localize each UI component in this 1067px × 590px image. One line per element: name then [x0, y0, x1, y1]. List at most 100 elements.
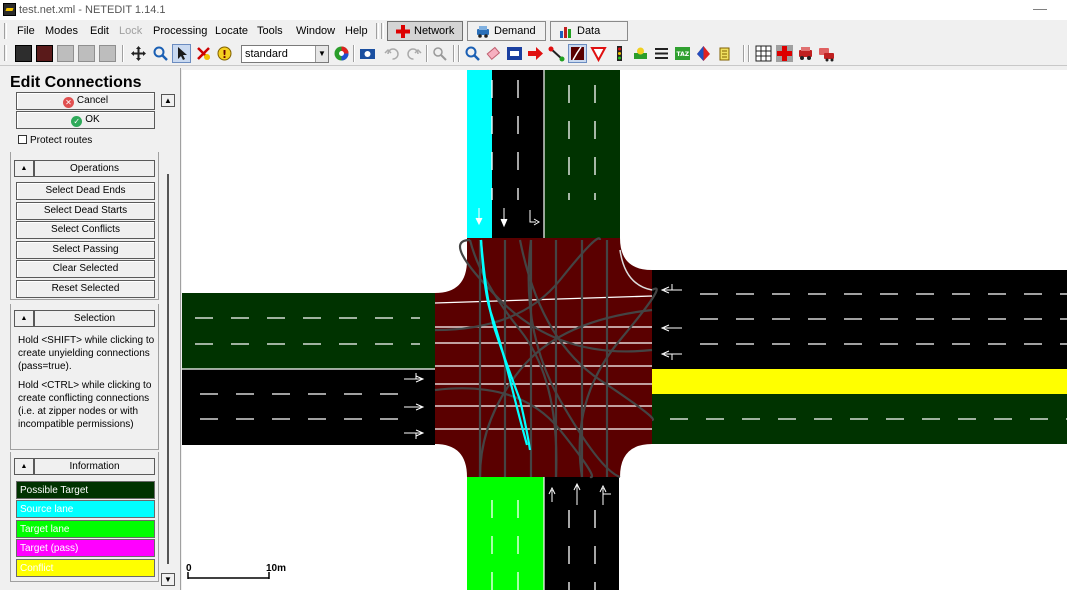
vehicle-type-icon[interactable]: [818, 45, 835, 62]
scroll-down-arrow-icon[interactable]: ▼: [161, 573, 175, 586]
delete-icon[interactable]: [195, 45, 212, 62]
collapse-triangle-icon[interactable]: ▲: [14, 160, 34, 177]
move-mode-icon[interactable]: [527, 45, 544, 62]
clear-selected-button[interactable]: Clear Selected: [16, 260, 155, 278]
menu-lock[interactable]: Lock: [119, 25, 142, 37]
junction-shape-icon[interactable]: [776, 45, 793, 62]
undo-info-icon[interactable]: !: [216, 45, 233, 62]
collapse-triangle-icon[interactable]: ▲: [14, 458, 34, 475]
selection-header[interactable]: ▲ Selection: [14, 310, 155, 327]
menu-tools[interactable]: Tools: [257, 25, 283, 37]
create-edge-icon[interactable]: [548, 45, 565, 62]
redo-icon[interactable]: [405, 45, 422, 62]
compute-junctions-icon[interactable]: [431, 45, 448, 62]
possible-target-north[interactable]: [544, 70, 620, 238]
save-network-icon[interactable]: [15, 45, 32, 62]
menu-processing[interactable]: Processing: [153, 25, 207, 37]
menu-file[interactable]: File: [17, 25, 35, 37]
data-mode-label: Data: [577, 25, 601, 37]
select-dead-ends-button[interactable]: Select Dead Ends: [16, 182, 155, 200]
menu-help[interactable]: Help: [345, 25, 368, 37]
toolbar-separator: [458, 45, 460, 62]
protect-routes-checkbox[interactable]: Protect routes: [18, 135, 92, 146]
select-conflicts-button[interactable]: Select Conflicts: [16, 221, 155, 239]
target-lane-south[interactable]: [467, 477, 544, 590]
crossing-icon[interactable]: [653, 45, 670, 62]
operations-header[interactable]: ▲ Operations: [14, 160, 155, 177]
data-mode-button[interactable]: Data: [550, 21, 628, 41]
grid-icon[interactable]: [755, 45, 772, 62]
demand-mode-button[interactable]: Demand: [467, 21, 546, 41]
select-mode-icon[interactable]: [506, 45, 523, 62]
legend-possible-target: Possible Target: [16, 481, 155, 499]
panel-scrollbar[interactable]: ▲ ▼: [161, 94, 175, 586]
legend-label: Target (pass): [20, 543, 79, 554]
legend-target-lane: Target lane: [16, 520, 155, 538]
menu-locate[interactable]: Locate: [215, 25, 248, 37]
scrollbar-track[interactable]: [167, 174, 169, 564]
edit-connections-panel: Edit Connections ▲ ▼ ✕ Cancel ✓ OK Protect…: [0, 68, 181, 590]
select-icon[interactable]: [172, 44, 191, 63]
menu-bar: File Modes Edit Lock Processing Locate T…: [0, 20, 1067, 42]
save-demand-icon[interactable]: [36, 45, 53, 62]
view-scheme-value: standard: [245, 48, 288, 60]
traffic-light-icon[interactable]: [611, 45, 628, 62]
legend-label: Source lane: [20, 504, 74, 515]
svg-text:!: !: [222, 48, 227, 61]
scroll-up-arrow-icon[interactable]: ▲: [161, 94, 175, 107]
toolbar-separator: [426, 45, 428, 62]
car-icon: [477, 26, 489, 38]
network-canvas[interactable]: 0 10m: [182, 70, 1067, 590]
legend-label: Conflict: [20, 563, 54, 574]
toolbar-separator: [453, 45, 455, 62]
possible-target-west[interactable]: [182, 293, 435, 369]
menu-window[interactable]: Window: [296, 25, 335, 37]
conflict-lane-east[interactable]: [652, 369, 1067, 394]
network-view[interactable]: 0 10m: [182, 70, 1067, 590]
select-dead-starts-button[interactable]: Select Dead Starts: [16, 202, 155, 220]
save-additionals-icon[interactable]: [78, 45, 95, 62]
undo-icon[interactable]: [384, 45, 401, 62]
network-mode-button[interactable]: Network: [387, 21, 463, 41]
menu-edit[interactable]: Edit: [90, 25, 109, 37]
view-scheme-select[interactable]: standard ▼: [241, 45, 329, 63]
protect-routes-label: Protect routes: [30, 135, 93, 146]
minimize-button[interactable]: —: [1033, 0, 1047, 16]
wire-icon[interactable]: [716, 45, 733, 62]
save-all-icon[interactable]: [99, 45, 116, 62]
checkbox-icon[interactable]: [18, 135, 27, 144]
screenshot-icon[interactable]: [359, 45, 376, 62]
lane-west-in[interactable]: [182, 369, 435, 445]
toolbar-separator: [743, 45, 745, 62]
ctrl-help-text: Hold <CTRL> while clicking to create con…: [18, 380, 152, 430]
demand-mode-label: Demand: [494, 25, 536, 37]
save-data-icon[interactable]: [57, 45, 74, 62]
additional-icon[interactable]: [632, 45, 649, 62]
color-wheel-icon[interactable]: [333, 45, 350, 62]
operations-label: Operations: [34, 160, 155, 177]
inspect-icon[interactable]: [152, 45, 169, 62]
toolbar-separator: [122, 45, 124, 62]
title-bar: test.net.xml - NETEDIT 1.14.1 —: [0, 0, 1067, 20]
legend-source-lane: Source lane: [16, 500, 155, 518]
move-icon[interactable]: [130, 45, 147, 62]
information-header[interactable]: ▲ Information: [14, 458, 155, 475]
cancel-button[interactable]: ✕ Cancel: [16, 92, 155, 110]
cancel-button-label: Cancel: [76, 95, 109, 106]
menu-grip: [381, 23, 384, 39]
shape-icon[interactable]: [695, 45, 712, 62]
menu-modes[interactable]: Modes: [45, 25, 78, 37]
ok-button[interactable]: ✓ OK: [16, 111, 155, 129]
reset-selected-button[interactable]: Reset Selected: [16, 280, 155, 298]
taz-icon[interactable]: TAZ: [674, 45, 691, 62]
prohibition-icon[interactable]: [590, 45, 607, 62]
legend-target-pass: Target (pass): [16, 539, 155, 557]
inspect-mode-icon[interactable]: [464, 45, 481, 62]
junction-shape[interactable]: [435, 238, 652, 477]
select-passing-button[interactable]: Select Passing: [16, 241, 155, 259]
connection-mode-icon[interactable]: [568, 44, 587, 63]
collapse-triangle-icon[interactable]: ▲: [14, 310, 34, 327]
vehicle-icon[interactable]: [797, 45, 814, 62]
chevron-down-icon[interactable]: ▼: [315, 46, 328, 62]
delete-mode-icon[interactable]: [485, 45, 502, 62]
